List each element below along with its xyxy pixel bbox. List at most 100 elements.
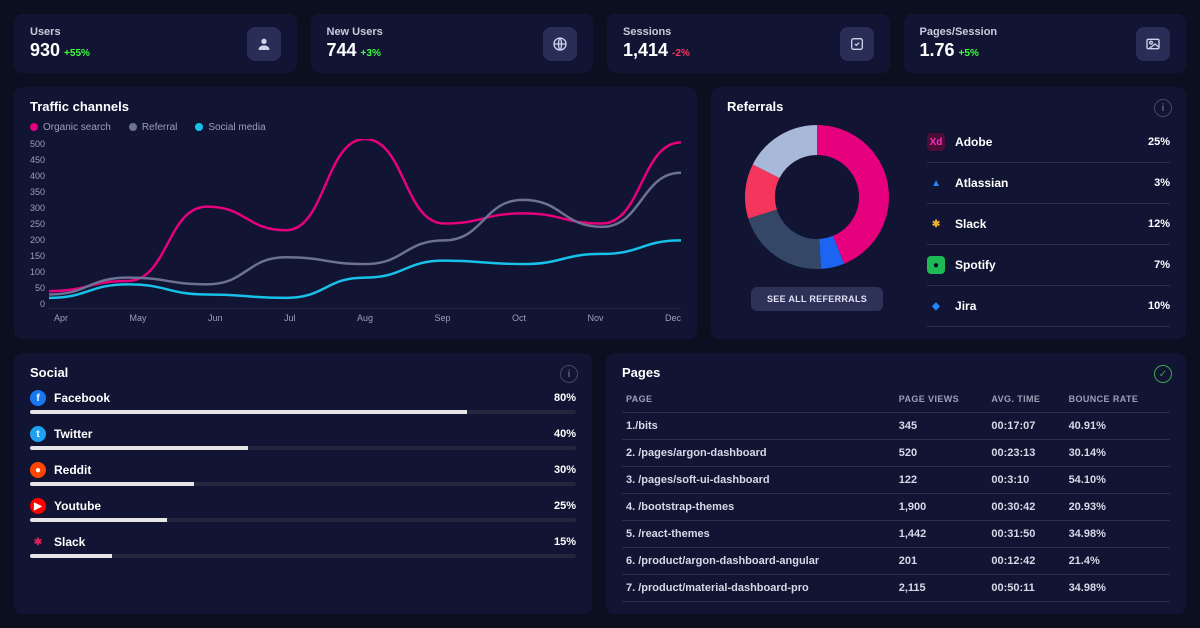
brand-icon: ▶ xyxy=(30,498,46,514)
pages-card: Pages ✓ PAGEPAGE VIEWSAVG. TIMEBOUNCE RA… xyxy=(606,353,1186,614)
see-all-referrals-button[interactable]: SEE ALL REFERRALS xyxy=(751,287,883,311)
table-cell: 1,442 xyxy=(895,521,988,548)
session-icon xyxy=(840,27,874,61)
social-percent: 15% xyxy=(554,536,576,548)
table-cell: 00:12:42 xyxy=(987,548,1064,575)
table-row: 2. /pages/argon-dashboard52000:23:1330.1… xyxy=(622,440,1170,467)
social-row: f Facebook 80% xyxy=(30,390,576,414)
social-row: t Twitter 40% xyxy=(30,426,576,450)
referral-percent: 3% xyxy=(1154,177,1170,189)
legend-item: Organic search xyxy=(30,122,111,133)
stat-card: New Users 744+3% xyxy=(311,14,594,73)
pages-title: Pages xyxy=(622,365,1170,380)
social-percent: 40% xyxy=(554,428,576,440)
user-icon xyxy=(247,27,281,61)
referral-row: Xd Adobe 25% xyxy=(927,122,1170,163)
referral-percent: 12% xyxy=(1148,218,1170,230)
info-icon[interactable]: i xyxy=(1154,99,1172,117)
stat-card: Users 930+55% xyxy=(14,14,297,73)
stat-delta: +55% xyxy=(64,48,90,59)
referral-percent: 10% xyxy=(1148,300,1170,312)
referral-name: Slack xyxy=(955,217,986,231)
table-cell: 345 xyxy=(895,413,988,440)
table-cell: 54.10% xyxy=(1065,467,1170,494)
table-cell: 5. /react-themes xyxy=(622,521,895,548)
referrals-card: Referrals i SEE ALL REFERRALS Xd Adobe 2… xyxy=(711,87,1186,339)
referral-row: ● Spotify 7% xyxy=(927,245,1170,286)
table-cell: 00:31:50 xyxy=(987,521,1064,548)
table-cell: 3. /pages/soft-ui-dashboard xyxy=(622,467,895,494)
brand-icon: ● xyxy=(927,256,945,274)
table-cell: 122 xyxy=(895,467,988,494)
table-row: 1./bits34500:17:0740.91% xyxy=(622,413,1170,440)
check-icon[interactable]: ✓ xyxy=(1154,365,1172,383)
social-title: Social xyxy=(30,365,576,380)
image-icon xyxy=(1136,27,1170,61)
table-cell: 201 xyxy=(895,548,988,575)
brand-icon: f xyxy=(30,390,46,406)
social-percent: 30% xyxy=(554,464,576,476)
table-cell: 34.98% xyxy=(1065,575,1170,602)
table-cell: 2. /pages/argon-dashboard xyxy=(622,440,895,467)
brand-icon: ✱ xyxy=(927,215,945,233)
brand-icon: ▲ xyxy=(927,174,945,192)
social-name: Facebook xyxy=(54,391,110,405)
stat-delta: +5% xyxy=(959,48,979,59)
referral-percent: 7% xyxy=(1154,259,1170,271)
social-percent: 80% xyxy=(554,392,576,404)
progress-bar xyxy=(30,518,576,522)
table-cell: 1,900 xyxy=(895,494,988,521)
table-header: PAGE VIEWS xyxy=(895,388,988,413)
stat-label: New Users xyxy=(327,26,383,38)
progress-bar xyxy=(30,446,576,450)
table-cell: 1./bits xyxy=(622,413,895,440)
referrals-title: Referrals xyxy=(727,99,1170,114)
table-row: 7. /product/material-dashboard-pro2,1150… xyxy=(622,575,1170,602)
table-row: 6. /product/argon-dashboard-angular20100… xyxy=(622,548,1170,575)
table-cell: 00:30:42 xyxy=(987,494,1064,521)
table-cell: 30.14% xyxy=(1065,440,1170,467)
stat-label: Pages/Session xyxy=(920,26,998,38)
progress-bar xyxy=(30,482,576,486)
legend-item: Referral xyxy=(129,122,178,133)
brand-icon: Xd xyxy=(927,133,945,151)
stat-value: 1.76+5% xyxy=(920,40,998,61)
stat-label: Sessions xyxy=(623,26,690,38)
table-header: AVG. TIME xyxy=(987,388,1064,413)
table-row: 5. /react-themes1,44200:31:5034.98% xyxy=(622,521,1170,548)
social-name: Slack xyxy=(54,535,85,549)
brand-icon: ✱ xyxy=(30,534,46,550)
table-row: 3. /pages/soft-ui-dashboard12200:3:1054.… xyxy=(622,467,1170,494)
table-row: 4. /bootstrap-themes1,90000:30:4220.93% xyxy=(622,494,1170,521)
traffic-yaxis: 500450400350300250200150100500 xyxy=(30,139,49,309)
table-cell: 2,115 xyxy=(895,575,988,602)
info-icon[interactable]: i xyxy=(560,365,578,383)
stats-row: Users 930+55% New Users 744+3% Sessions … xyxy=(14,14,1186,73)
progress-bar xyxy=(30,554,576,558)
progress-bar xyxy=(30,410,576,414)
social-row: ● Reddit 30% xyxy=(30,462,576,486)
pages-table: PAGEPAGE VIEWSAVG. TIMEBOUNCE RATE 1./bi… xyxy=(622,388,1170,602)
table-cell: 20.93% xyxy=(1065,494,1170,521)
referral-row: ✱ Slack 12% xyxy=(927,204,1170,245)
social-name: Twitter xyxy=(54,427,92,441)
stat-card: Pages/Session 1.76+5% xyxy=(904,14,1187,73)
traffic-title: Traffic channels xyxy=(30,99,681,114)
stat-delta: +3% xyxy=(361,48,381,59)
table-header: PAGE xyxy=(622,388,895,413)
traffic-legend: Organic search Referral Social media xyxy=(30,122,681,133)
social-percent: 25% xyxy=(554,500,576,512)
referrals-donut-chart xyxy=(742,122,892,272)
table-cell: 00:50:11 xyxy=(987,575,1064,602)
brand-icon: ◆ xyxy=(927,297,945,315)
traffic-chart xyxy=(49,139,681,309)
stat-value: 744+3% xyxy=(327,40,383,61)
stat-label: Users xyxy=(30,26,90,38)
traffic-xaxis: AprMayJunJulAugSepOctNovDec xyxy=(54,309,681,323)
legend-item: Social media xyxy=(195,122,265,133)
table-cell: 34.98% xyxy=(1065,521,1170,548)
globe-icon xyxy=(543,27,577,61)
table-cell: 00:23:13 xyxy=(987,440,1064,467)
table-cell: 00:3:10 xyxy=(987,467,1064,494)
table-cell: 7. /product/material-dashboard-pro xyxy=(622,575,895,602)
